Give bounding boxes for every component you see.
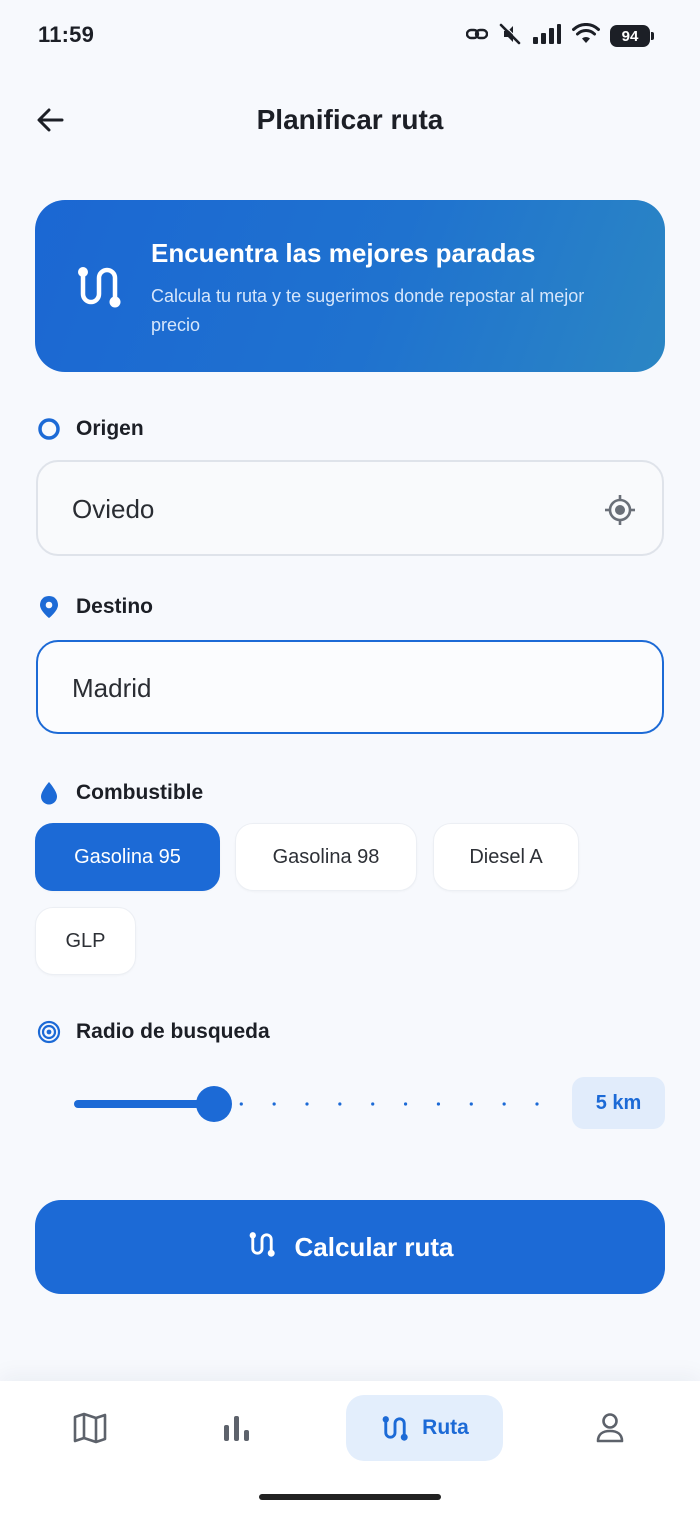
radius-value-badge: 5 km [572, 1077, 665, 1129]
location-pin-icon [36, 594, 62, 620]
slider-thumb[interactable] [195, 1086, 232, 1122]
radius-slider[interactable] [74, 1086, 544, 1122]
nav-item-ruta[interactable]: Ruta [346, 1395, 503, 1461]
route-icon [73, 260, 125, 312]
nav-item-map[interactable] [50, 1395, 130, 1461]
fuel-chip-diesel-a[interactable]: Diesel A [433, 823, 579, 891]
bar-chart-icon [224, 1416, 249, 1441]
destination-value[interactable]: Madrid [72, 673, 151, 704]
user-icon [596, 1413, 624, 1443]
slider-tick [338, 1102, 342, 1106]
slider-tick [403, 1102, 408, 1106]
slider-tick [502, 1102, 506, 1106]
fuel-label: Combustible [36, 780, 203, 806]
nav-item-profile[interactable] [570, 1395, 650, 1461]
slider-tick [305, 1102, 309, 1106]
radius-label-text: Radio de busqueda [76, 1020, 270, 1043]
circle-icon [36, 416, 62, 442]
info-banner: Encuentra las mejores paradas Calcula tu… [35, 200, 665, 372]
destination-label: Destino [36, 594, 153, 620]
mute-icon [498, 22, 522, 51]
slider-tick [436, 1102, 441, 1106]
banner-title: Encuentra las mejores paradas [151, 238, 536, 268]
page-title: Planificar ruta [256, 104, 444, 135]
drop-icon [36, 780, 62, 806]
battery-icon: 94 [610, 25, 654, 47]
route-icon [382, 1416, 408, 1441]
destination-input[interactable]: Madrid [36, 640, 664, 734]
slider-tick [469, 1102, 473, 1106]
fuel-chip-gasolina-98[interactable]: Gasolina 98 [235, 823, 417, 891]
radius-label: Radio de busqueda [36, 1019, 270, 1045]
nav-item-stats[interactable] [197, 1395, 277, 1461]
route-icon [247, 1228, 277, 1267]
wifi-icon [572, 22, 600, 50]
home-indicator [259, 1494, 441, 1500]
destination-label-text: Destino [76, 595, 154, 618]
signal-icon [532, 23, 562, 50]
link-icon [465, 27, 489, 46]
battery-level: 94 [610, 25, 650, 47]
fuel-label-text: Combustible [76, 781, 204, 804]
map-icon [73, 1412, 107, 1444]
slider-tick [239, 1102, 243, 1106]
origin-label: Origen [36, 416, 144, 442]
gps-target-icon[interactable] [602, 492, 638, 528]
slider-tick [535, 1102, 539, 1106]
origin-input[interactable]: Oviedo [36, 460, 664, 556]
fuel-chip-gasolina-95[interactable]: Gasolina 95 [35, 823, 220, 891]
header: Planificar ruta [0, 90, 700, 150]
slider-tick [272, 1102, 276, 1106]
radar-icon [36, 1019, 62, 1045]
slider-fill [74, 1100, 214, 1108]
slider-tick [371, 1102, 375, 1106]
status-bar: 11:59 94 [0, 0, 700, 72]
status-time: 11:59 [38, 22, 95, 47]
calculate-route-button[interactable]: Calcular ruta [35, 1200, 665, 1294]
calculate-route-label: Calcular ruta [294, 1231, 454, 1262]
status-icons: 94 [465, 22, 654, 51]
origin-label-text: Origen [76, 417, 144, 440]
banner-subtitle: Calcula tu ruta y te sugerimos donde rep… [151, 286, 585, 335]
fuel-chip-glp[interactable]: GLP [35, 907, 136, 975]
nav-item-ruta-label: Ruta [422, 1416, 469, 1439]
origin-value[interactable]: Oviedo [72, 494, 154, 525]
